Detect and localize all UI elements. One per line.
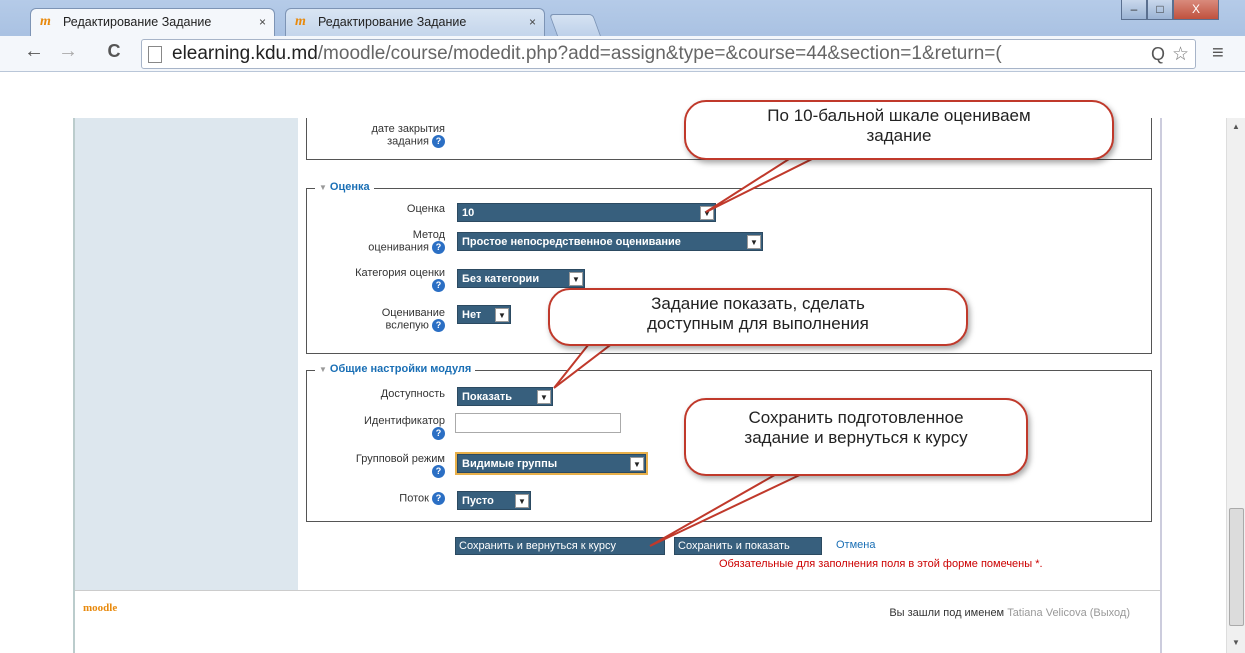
save-and-display-button[interactable]: Сохранить и показать [674,537,822,555]
moodle-logo[interactable]: moodle [83,602,117,614]
grade-callout: По 10-бальной шкале оцениваем задание [684,100,1114,160]
scroll-up-icon[interactable]: ▲ [1232,122,1240,131]
vertical-scrollbar[interactable]: ▲ ▼ [1226,118,1245,653]
visibility-callout: Задание показать, сделать доступным для в… [548,288,968,346]
required-fields-note: Обязательные для заполнения поля в этой … [719,558,1043,570]
url-text[interactable]: elearning.kdu.md/moodle/course/modedit.p… [172,43,1134,65]
left-sidebar [75,118,298,590]
help-icon[interactable]: ? [432,319,445,332]
save-callout: Сохранить подготовленное задание и вернут… [684,398,1028,476]
chevron-down-icon: ▼ [537,390,551,404]
grouping-select[interactable]: Пусто ▼ [457,491,531,510]
tab-close-icon[interactable]: × [259,15,266,29]
grouping-label: Поток ? [307,492,445,505]
tab-close-icon[interactable]: × [529,15,536,29]
visibility-select[interactable]: Показать ▼ [457,387,553,406]
maximize-button[interactable]: □ [1147,0,1173,20]
menu-icon[interactable]: ≡ [1212,42,1224,65]
idnumber-label: Идентификатор? [364,415,445,440]
chevron-down-icon: ▼ [495,308,509,322]
minimize-button[interactable]: – [1121,0,1147,20]
back-icon[interactable]: ← [22,40,46,63]
grade-legend[interactable]: ▼ Оценка [315,181,374,193]
cancel-link[interactable]: Отмена [836,539,875,551]
user-link[interactable]: Tatiana Velicova [1007,607,1087,619]
blind-marking-select[interactable]: Нет ▼ [457,305,511,324]
grade-select[interactable]: 10 ▼ [457,203,716,222]
grade-category-select[interactable]: Без категории ▼ [457,269,585,288]
grade-category-label: Категория оценки? [355,267,445,292]
bookmark-star-icon[interactable]: ☆ [1172,43,1189,66]
moodle-favicon-icon: m [40,14,51,29]
footer: moodle Вы зашли под именем Tatiana Velic… [75,590,1160,653]
collapse-triangle-icon: ▼ [319,183,327,192]
visibility-label: Доступность [380,388,445,400]
new-tab-button[interactable] [548,14,602,36]
help-icon[interactable]: ? [432,427,445,440]
forward-icon[interactable]: → [56,40,80,63]
group-mode-label: Групповой режим? [355,453,445,478]
help-icon[interactable]: ? [432,279,445,292]
tab-edit-assignment-1[interactable]: m Редактирование Задание × [30,8,275,36]
logout-link[interactable]: (Выход) [1090,607,1130,619]
group-mode-select[interactable]: Видимые группы ▼ [455,452,648,475]
browser-toolbar: ← → C elearning.kdu.md/moodle/course/mod… [0,36,1245,72]
grading-method-select[interactable]: Простое непосредственное оценивание ▼ [457,232,763,251]
grading-method-label: Метод оценивания ? [368,229,445,254]
collapse-triangle-icon: ▼ [319,365,327,374]
chevron-down-icon: ▼ [515,494,529,508]
help-icon[interactable]: ? [432,465,445,478]
tab-edit-assignment-2[interactable]: m Редактирование Задание × [285,8,545,36]
moodle-favicon-icon: m [295,14,306,29]
page-right-border [1160,118,1162,653]
help-icon[interactable]: ? [432,135,445,148]
save-and-return-button[interactable]: Сохранить и вернуться к курсу [455,537,665,555]
scrollbar-thumb[interactable] [1229,508,1244,626]
common-settings-legend[interactable]: ▼ Общие настройки модуля [315,363,476,375]
main-form-area: дате закрытия задания ? ▼ Оценка Оценка 10… [298,118,1160,590]
blind-marking-label: Оценивание вслепую ? [381,307,445,332]
chevron-down-icon: ▼ [747,235,761,249]
grade-label: Оценка [406,203,445,215]
zoom-icon[interactable]: Q [1151,44,1165,65]
tab-label: Редактирование Задание [318,15,467,29]
idnumber-input[interactable] [455,413,621,433]
login-info: Вы зашли под именем Tatiana Velicova (Вы… [889,607,1130,619]
tab-label: Редактирование Задание [63,15,212,29]
reload-icon[interactable]: C [102,41,126,62]
page-content: дате закрытия задания ? ▼ Оценка Оценка 10… [0,118,1226,653]
address-bar[interactable]: elearning.kdu.md/moodle/course/modedit.p… [141,39,1196,69]
close-window-button[interactable]: X [1173,0,1219,20]
closing-date-label: дате закрытия задания ? [371,123,445,148]
chevron-down-icon: ▼ [630,457,644,471]
help-icon[interactable]: ? [432,241,445,254]
help-icon[interactable]: ? [432,492,445,505]
page-icon [148,46,162,63]
scroll-down-icon[interactable]: ▼ [1232,638,1240,647]
chevron-down-icon: ▼ [700,206,714,220]
chevron-down-icon: ▼ [569,272,583,286]
browser-window: m Редактирование Задание × m Редактирова… [0,0,1245,653]
